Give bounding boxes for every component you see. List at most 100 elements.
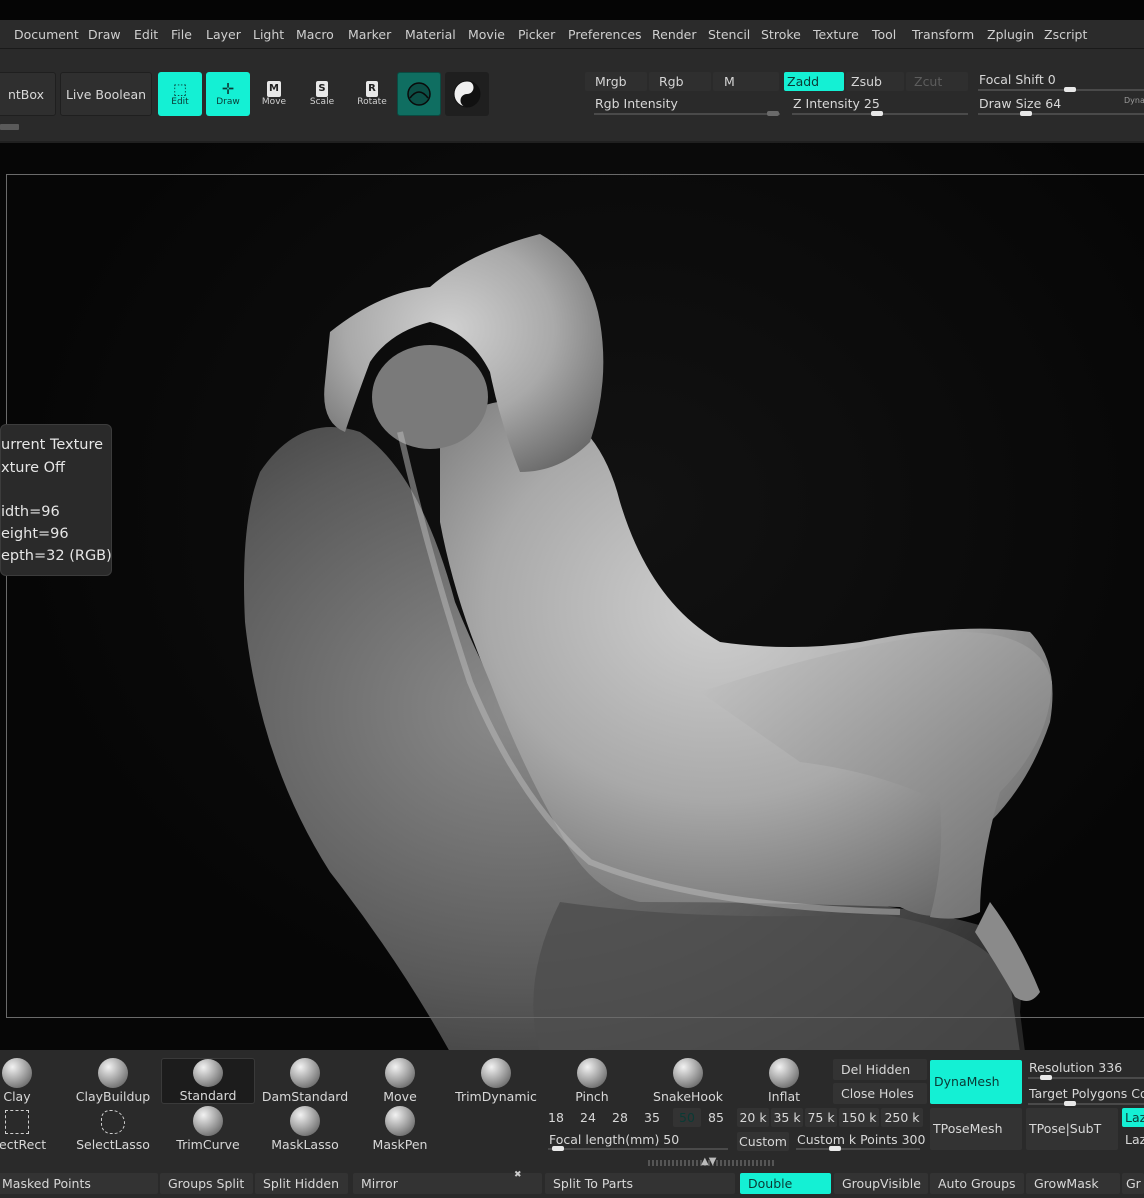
selectrect-icon <box>5 1110 29 1134</box>
focal-shift-knob[interactable] <box>1064 87 1076 92</box>
zadd-button[interactable]: Zadd <box>784 72 844 91</box>
brush-pinch[interactable]: Pinch <box>545 1058 639 1104</box>
del-hidden-button[interactable]: Del Hidden <box>833 1059 927 1080</box>
tpose-subt-button[interactable]: TPose|SubT <box>1026 1108 1118 1150</box>
menu-material[interactable]: Material <box>405 27 456 42</box>
kpoints-20k[interactable]: 20 k <box>737 1108 769 1127</box>
brush-trimcurve[interactable]: TrimCurve <box>161 1106 255 1152</box>
focal-shift-slider[interactable] <box>978 89 1144 91</box>
edit-mode-button[interactable]: ⬚ Edit <box>158 72 202 116</box>
focal-length-knob[interactable] <box>552 1146 564 1151</box>
target-polygons-slider[interactable] <box>1028 1103 1144 1105</box>
toolbar-scrollbar[interactable] <box>0 124 19 130</box>
brush-maskpen[interactable]: MaskPen <box>353 1106 447 1152</box>
focal-28[interactable]: 28 <box>609 1108 631 1127</box>
rgb-intensity-knob[interactable] <box>767 111 779 116</box>
zsub-button[interactable]: Zsub <box>846 72 904 91</box>
focal-85[interactable]: 85 <box>705 1108 727 1127</box>
close-holes-button[interactable]: Close Holes <box>833 1083 927 1104</box>
inflat-brush-icon <box>769 1058 799 1088</box>
brush-clay[interactable]: Clay <box>0 1058 64 1104</box>
menu-tool[interactable]: Tool <box>872 27 896 42</box>
menu-marker[interactable]: Marker <box>348 27 391 42</box>
menu-render[interactable]: Render <box>652 27 697 42</box>
groupvisible-button[interactable]: GroupVisible <box>834 1173 928 1194</box>
custom-button[interactable]: Custom <box>737 1132 789 1151</box>
resolution-knob[interactable] <box>1040 1075 1052 1080</box>
grow-all-button[interactable]: Gr <box>1122 1173 1144 1194</box>
menu-picker[interactable]: Picker <box>518 27 555 42</box>
menu-zplugin[interactable]: Zplugin <box>987 27 1034 42</box>
title-strip <box>0 0 1144 20</box>
draw-size-slider[interactable] <box>978 113 1144 115</box>
focal-length-slider[interactable] <box>548 1148 728 1150</box>
focal-18[interactable]: 18 <box>545 1108 567 1127</box>
custom-kpoints-knob[interactable] <box>829 1146 841 1151</box>
split-to-parts-button[interactable]: Split To Parts <box>545 1173 735 1194</box>
custom-kpoints-slider[interactable] <box>796 1148 920 1150</box>
auto-groups-button[interactable]: Auto Groups <box>930 1173 1024 1194</box>
m-button[interactable]: M <box>713 72 779 91</box>
menu-stencil[interactable]: Stencil <box>708 27 750 42</box>
material-button[interactable] <box>397 72 441 116</box>
menu-stroke[interactable]: Stroke <box>761 27 801 42</box>
scale-mode-button[interactable]: S Scale <box>300 72 344 116</box>
lightbox-button[interactable]: ntBox <box>0 72 56 116</box>
lazy-mouse-button[interactable]: Laz <box>1122 1108 1144 1127</box>
menu-draw[interactable]: Draw <box>88 27 121 42</box>
menu-movie[interactable]: Movie <box>468 27 505 42</box>
live-boolean-button[interactable]: Live Boolean <box>60 72 152 116</box>
menu-edit[interactable]: Edit <box>134 27 158 42</box>
brush-masklasso[interactable]: MaskLasso <box>258 1106 352 1152</box>
brush-selectlasso[interactable]: SelectLasso <box>66 1106 160 1152</box>
kpoints-75k[interactable]: 75 k <box>805 1108 837 1127</box>
rotate-mode-button[interactable]: R Rotate <box>350 72 394 116</box>
menu-texture[interactable]: Texture <box>813 27 859 42</box>
brush-claybuildup[interactable]: ClayBuildup <box>66 1058 160 1104</box>
brush-move[interactable]: Move <box>353 1058 447 1104</box>
brush-label: DamStandard <box>261 1089 349 1104</box>
kpoints-250k[interactable]: 250 k <box>881 1108 923 1127</box>
menu-file[interactable]: File <box>171 27 192 42</box>
move-mode-button[interactable]: M Move <box>252 72 296 116</box>
rgb-button[interactable]: Rgb <box>649 72 711 91</box>
split-hidden-button[interactable]: Split Hidden <box>255 1173 348 1194</box>
color-picker-button[interactable] <box>445 72 489 116</box>
brush-damstandard[interactable]: DamStandard <box>258 1058 352 1104</box>
focal-shift-label: Focal Shift 0 <box>979 72 1056 87</box>
focal-24[interactable]: 24 <box>577 1108 599 1127</box>
masked-points-button[interactable]: Masked Points <box>0 1173 158 1194</box>
menu-preferences[interactable]: Preferences <box>568 27 642 42</box>
groups-split-button[interactable]: Groups Split <box>160 1173 253 1194</box>
brush-standard[interactable]: Standard <box>161 1058 255 1104</box>
focal-50[interactable]: 50 <box>673 1108 701 1127</box>
lazy-radius-label: Laz <box>1125 1132 1144 1147</box>
double-button[interactable]: Double <box>740 1173 831 1194</box>
collapse-arrows-icon[interactable]: ▲▼ <box>701 1156 716 1167</box>
mrgb-button[interactable]: Mrgb <box>585 72 647 91</box>
custom-kpoints-label: Custom k Points 300 <box>797 1132 926 1147</box>
tposemesh-button[interactable]: TPoseMesh <box>930 1108 1022 1150</box>
z-intensity-knob[interactable] <box>871 111 883 116</box>
menu-light[interactable]: Light <box>253 27 284 42</box>
brush-trimdynamic[interactable]: TrimDynamic <box>449 1058 543 1104</box>
draw-size-knob[interactable] <box>1020 111 1032 116</box>
menu-layer[interactable]: Layer <box>206 27 241 42</box>
menu-transform[interactable]: Transform <box>912 27 974 42</box>
zcut-button[interactable]: Zcut <box>906 72 968 91</box>
menu-macro[interactable]: Macro <box>296 27 334 42</box>
brush-selectrect[interactable]: electRect <box>0 1106 64 1152</box>
target-polygons-knob[interactable] <box>1064 1101 1076 1106</box>
kpoints-35k[interactable]: 35 k <box>771 1108 803 1127</box>
brush-snakehook[interactable]: SnakeHook <box>641 1058 735 1104</box>
menu-document[interactable]: Document <box>14 27 79 42</box>
focal-35[interactable]: 35 <box>641 1108 663 1127</box>
dynamesh-button[interactable]: DynaMesh <box>930 1060 1022 1104</box>
menu-zscript[interactable]: Zscript <box>1044 27 1087 42</box>
kpoints-150k[interactable]: 150 k <box>839 1108 879 1127</box>
brush-inflat[interactable]: Inflat <box>737 1058 831 1104</box>
draw-mode-button[interactable]: ✛ Draw <box>206 72 250 116</box>
rgb-intensity-slider[interactable] <box>594 113 780 115</box>
maskpen-icon <box>385 1106 415 1136</box>
growmask-button[interactable]: GrowMask <box>1026 1173 1120 1194</box>
